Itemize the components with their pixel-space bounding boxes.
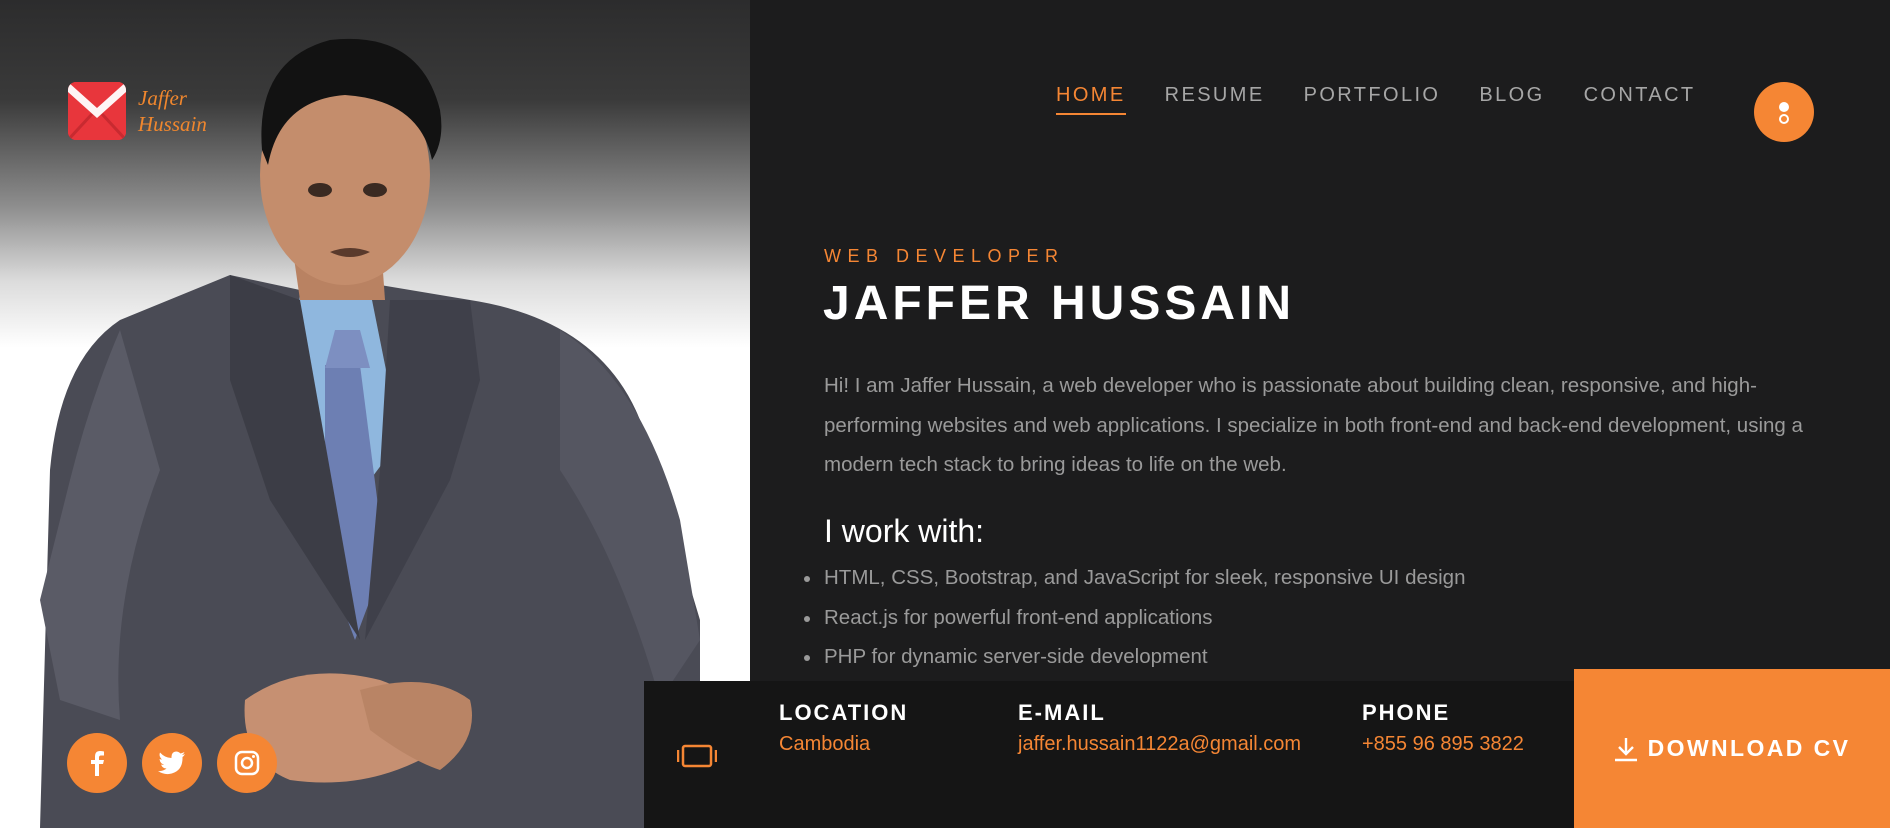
bio-text: Hi! I am Jaffer Hussain, a web developer…	[824, 374, 1803, 476]
download-label: DOWNLOAD CV	[1647, 735, 1851, 761]
list-item: PHP for dynamic server-side development	[803, 637, 1465, 677]
list-item: React.js for powerful front-end applicat…	[803, 598, 1465, 638]
nav-home[interactable]: HOME	[1056, 84, 1126, 115]
facebook-button[interactable]	[67, 733, 127, 793]
download-cv-button[interactable]: DOWNLOAD CV	[1574, 669, 1890, 828]
nav-blog[interactable]: BLOG	[1479, 84, 1544, 115]
social-links	[67, 733, 277, 793]
location-label: LOCATION	[779, 700, 909, 725]
phone-link[interactable]: +855 96 895 3822	[1362, 733, 1524, 756]
email-info: E-MAIL jaffer.hussain1122a@gmail.com	[1018, 700, 1301, 756]
main-nav: HOME RESUME PORTFOLIO BLOG CONTACT	[1056, 84, 1696, 115]
brand-line-1: Jaffer	[138, 86, 187, 110]
nav-portfolio[interactable]: PORTFOLIO	[1304, 84, 1441, 115]
nav-contact[interactable]: CONTACT	[1584, 84, 1696, 115]
skills-heading: I work with:	[824, 513, 985, 549]
twitter-icon	[158, 751, 185, 775]
location-info: LOCATION Cambodia	[779, 700, 908, 756]
brand-line-2: Hussain	[138, 112, 207, 136]
phone-label: PHONE	[1362, 700, 1451, 725]
envelope-icon	[68, 82, 126, 140]
nav-resume[interactable]: RESUME	[1165, 84, 1265, 115]
phone-info: PHONE +855 96 895 3822	[1362, 700, 1524, 756]
job-title: WEB DEVELOPER	[824, 246, 1065, 266]
twitter-button[interactable]	[142, 733, 202, 793]
email-link[interactable]: jaffer.hussain1122a@gmail.com	[1018, 733, 1301, 756]
menu-ring-icon	[1779, 114, 1789, 124]
instagram-icon	[234, 750, 260, 776]
menu-dot-icon	[1779, 102, 1789, 112]
brand-logo[interactable]: Jaffer Hussain	[68, 82, 207, 140]
location-value: Cambodia	[779, 733, 871, 755]
download-icon	[1614, 737, 1637, 761]
page-title: JAFFER HUSSAIN	[823, 277, 1296, 330]
skills-list: HTML, CSS, Bootstrap, and JavaScript for…	[803, 558, 1465, 677]
menu-toggle-button[interactable]	[1754, 82, 1814, 142]
id-card-icon	[677, 744, 717, 768]
email-label: E-MAIL	[1018, 700, 1106, 725]
list-item: HTML, CSS, Bootstrap, and JavaScript for…	[803, 558, 1465, 598]
profile-photo-panel: Jaffer Hussain	[0, 0, 750, 828]
instagram-button[interactable]	[217, 733, 277, 793]
facebook-icon	[91, 751, 104, 776]
brand-name: Jaffer Hussain	[138, 85, 207, 137]
